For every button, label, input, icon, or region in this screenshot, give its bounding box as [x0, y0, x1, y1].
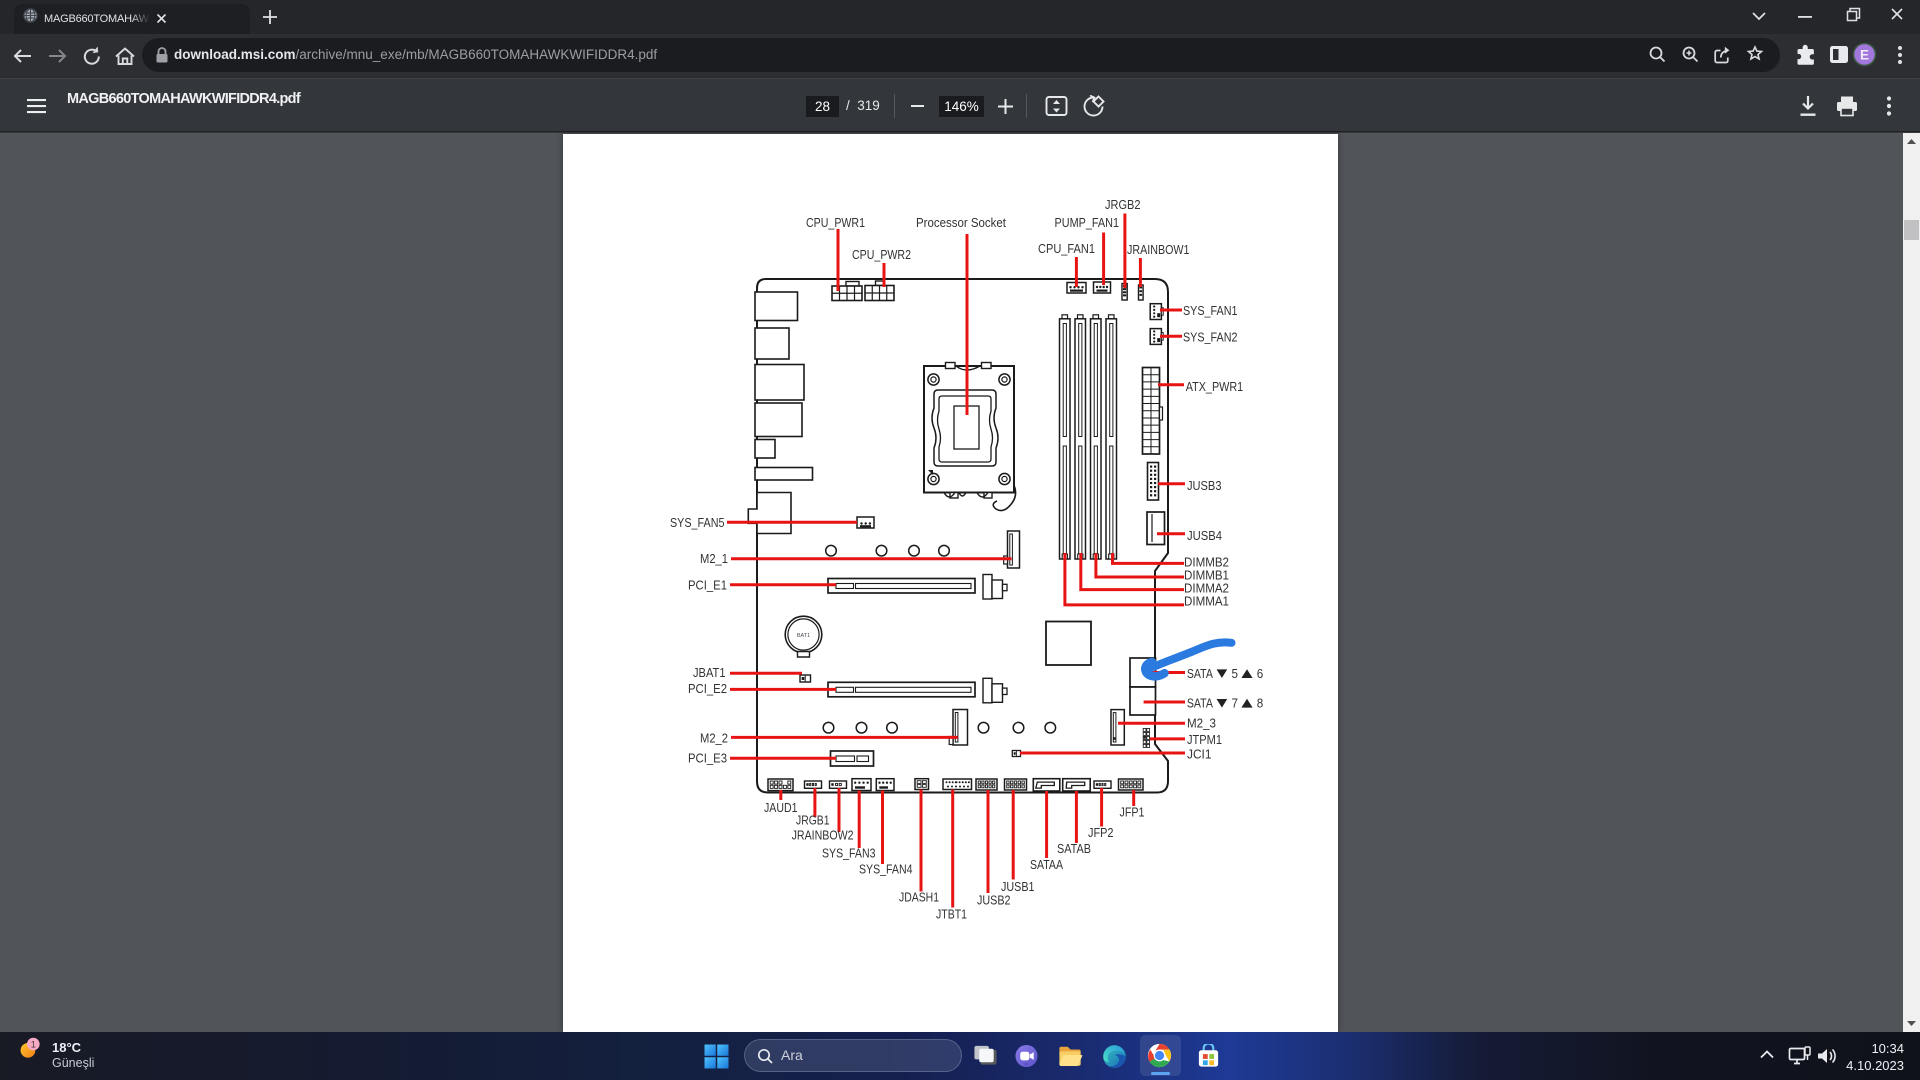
svg-text:PUMP_FAN1: PUMP_FAN1	[1055, 215, 1120, 230]
svg-text:CPU_FAN1: CPU_FAN1	[1038, 241, 1095, 256]
svg-text:M2_1: M2_1	[700, 551, 728, 566]
svg-text:JRAINBOW1: JRAINBOW1	[1127, 242, 1190, 257]
svg-text:JBAT1: JBAT1	[693, 665, 726, 680]
svg-text:JUSB3: JUSB3	[1187, 478, 1222, 493]
svg-text:JTPM1: JTPM1	[1187, 732, 1222, 747]
svg-text:JRAINBOW2: JRAINBOW2	[792, 828, 854, 843]
svg-text:PCI_E2: PCI_E2	[688, 681, 727, 696]
svg-text:JUSB4: JUSB4	[1187, 528, 1222, 543]
svg-text:M2_3: M2_3	[1187, 716, 1216, 731]
svg-text:JUSB2: JUSB2	[977, 893, 1011, 908]
svg-text:JUSB1: JUSB1	[1001, 879, 1035, 894]
svg-text:PCI_E1: PCI_E1	[688, 578, 727, 593]
svg-text:SYS_FAN3: SYS_FAN3	[822, 846, 876, 861]
svg-text:JRGB1: JRGB1	[796, 813, 830, 828]
svg-text:SATAA: SATAA	[1030, 857, 1063, 872]
svg-text:1: 1	[31, 1039, 36, 1049]
svg-text:PCI_E3: PCI_E3	[688, 751, 727, 766]
svg-text:BAT1: BAT1	[797, 633, 810, 639]
svg-text:CPU_PWR2: CPU_PWR2	[852, 247, 911, 262]
svg-text:JDASH1: JDASH1	[899, 890, 939, 905]
svg-text:SYS_FAN5: SYS_FAN5	[670, 515, 725, 530]
svg-text:SATA: SATA	[1187, 695, 1213, 710]
svg-text:8: 8	[1257, 695, 1264, 710]
svg-text:JRGB2: JRGB2	[1105, 197, 1141, 212]
svg-text:DIMMA1: DIMMA1	[1184, 594, 1229, 609]
svg-text:6: 6	[1257, 666, 1264, 681]
svg-text:JCI1: JCI1	[1187, 747, 1212, 762]
svg-text:E: E	[1860, 48, 1869, 63]
svg-text:JFP1: JFP1	[1120, 805, 1145, 820]
svg-text:5: 5	[1232, 666, 1239, 681]
svg-text:CPU_PWR1: CPU_PWR1	[806, 215, 865, 230]
svg-text:ATX_PWR1: ATX_PWR1	[1186, 379, 1244, 394]
svg-text:7: 7	[1232, 695, 1239, 710]
svg-text:M2_2: M2_2	[700, 731, 728, 746]
svg-text:SYS_FAN2: SYS_FAN2	[1183, 330, 1238, 345]
svg-text:JAUD1: JAUD1	[764, 800, 798, 815]
svg-text:SATA: SATA	[1187, 666, 1213, 681]
svg-text:Processor Socket: Processor Socket	[916, 215, 1006, 230]
svg-text:JTBT1: JTBT1	[936, 907, 967, 922]
svg-text:SATAB: SATAB	[1057, 841, 1091, 856]
svg-text:SYS_FAN1: SYS_FAN1	[1183, 303, 1238, 318]
svg-text:SYS_FAN4: SYS_FAN4	[859, 862, 913, 877]
svg-text:JFP2: JFP2	[1088, 825, 1114, 840]
